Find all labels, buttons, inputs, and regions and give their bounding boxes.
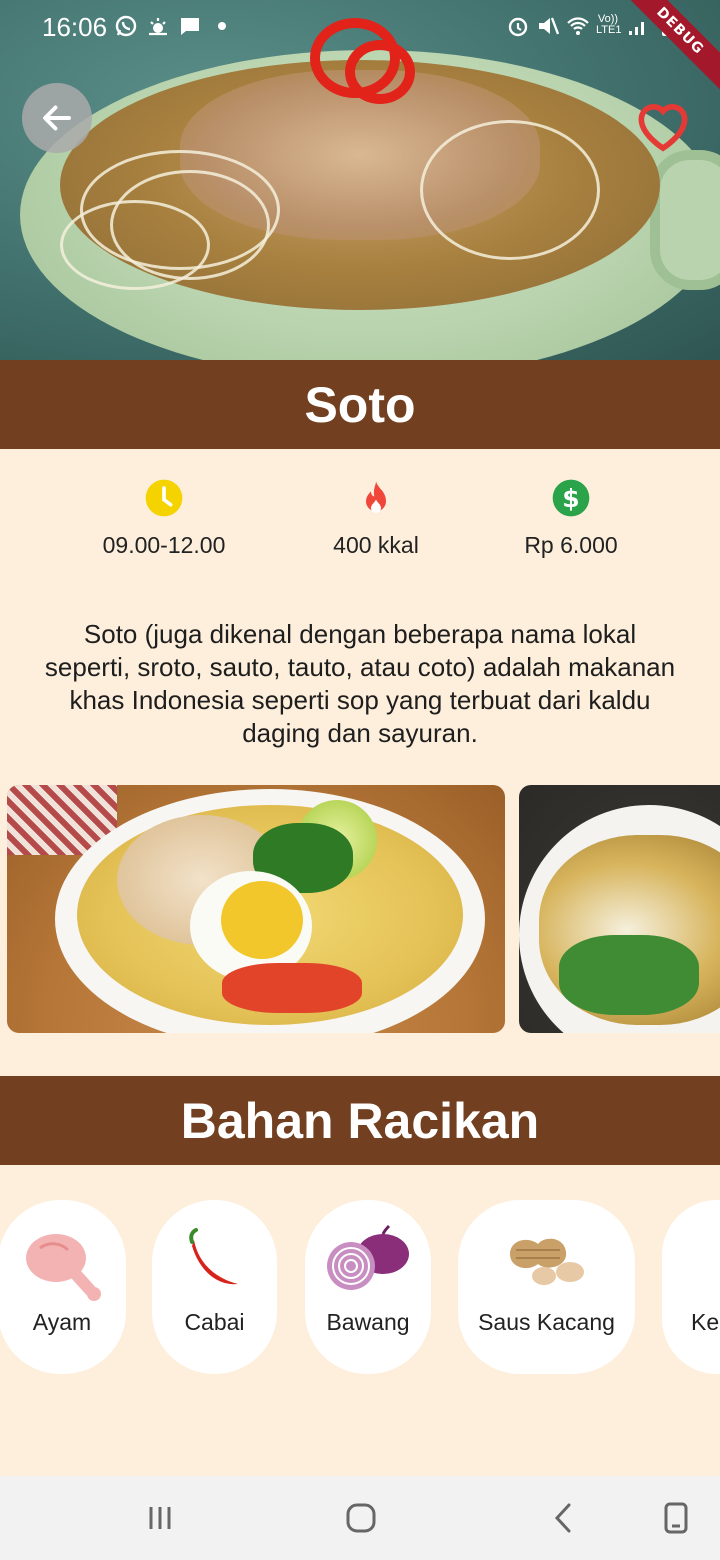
ingredient-label: Ayam — [32, 1309, 92, 1335]
status-time: 16:06 — [42, 12, 108, 42]
status-bar: 16:06 Vo)) LTE1 — [0, 0, 720, 54]
network-label: Vo)) LTE1 — [596, 13, 622, 36]
info-price: $ Rp 6.000 — [471, 478, 671, 559]
ingredient-card[interactable]: Saus Kacang — [458, 1200, 635, 1374]
back-button[interactable] — [22, 83, 92, 153]
keyboard-toggle-button[interactable] — [660, 1496, 692, 1540]
info-calories-value: 400 kkal — [333, 532, 419, 558]
message-icon — [178, 14, 202, 38]
detail-screen: 16:06 Vo)) LTE1 DEBUG Soto 09.00-12.00 4… — [0, 0, 720, 1560]
back-nav-button[interactable] — [546, 1496, 580, 1540]
whatsapp-icon — [114, 14, 138, 38]
ingredients-title: Bahan Racikan — [180, 1092, 540, 1149]
ingredient-card[interactable]: Ayam — [0, 1200, 126, 1374]
food-description: Soto (juga dikenal dengan beberapa nama … — [44, 619, 676, 748]
home-button[interactable] — [340, 1496, 382, 1540]
weather-icon — [146, 14, 170, 38]
title-bar: Soto — [0, 360, 720, 449]
ingredient-label: Ke — [691, 1309, 720, 1335]
ingredient-card[interactable]: Cabai — [152, 1200, 277, 1374]
phone-outline-icon — [664, 1502, 688, 1534]
heart-outline-icon — [638, 104, 688, 152]
gallery-image[interactable] — [519, 785, 720, 1033]
signal-icon — [626, 14, 650, 38]
food-gallery[interactable] — [0, 785, 720, 1033]
arrow-left-icon — [43, 105, 71, 131]
system-nav-bar — [0, 1476, 720, 1560]
mute-icon — [536, 14, 560, 38]
gallery-image[interactable] — [7, 785, 505, 1033]
dollar-icon: $ — [551, 478, 591, 518]
hero-food-image — [0, 0, 720, 360]
dot-icon — [210, 14, 234, 38]
info-time-value: 09.00-12.00 — [102, 532, 226, 558]
info-calories: 400 kkal — [276, 478, 476, 559]
onion-icon — [323, 1224, 413, 1298]
info-price-value: Rp 6.000 — [524, 532, 618, 558]
wifi-icon — [566, 14, 590, 38]
chevron-left-icon — [554, 1503, 571, 1533]
chicken-icon — [20, 1224, 104, 1308]
alarm-icon — [506, 14, 530, 38]
home-icon — [346, 1503, 376, 1533]
ingredient-label: Cabai — [184, 1309, 245, 1335]
ingredient-label: Bawang — [326, 1309, 410, 1335]
svg-text:$: $ — [562, 484, 579, 513]
fire-icon — [356, 478, 396, 518]
peanut-icon — [502, 1224, 592, 1292]
recent-apps-icon — [149, 1507, 171, 1529]
ingredient-card[interactable]: Ke — [662, 1200, 720, 1374]
favorite-button[interactable] — [630, 94, 696, 154]
recent-apps-button[interactable] — [140, 1496, 180, 1540]
info-time: 09.00-12.00 — [64, 478, 264, 559]
ingredient-card[interactable]: Bawang — [305, 1200, 431, 1374]
section-header-ingredients: Bahan Racikan — [0, 1076, 720, 1165]
chili-icon — [180, 1224, 250, 1298]
ingredient-label: Saus Kacang — [478, 1309, 615, 1335]
food-title: Soto — [304, 376, 416, 433]
clock-icon — [144, 478, 184, 518]
